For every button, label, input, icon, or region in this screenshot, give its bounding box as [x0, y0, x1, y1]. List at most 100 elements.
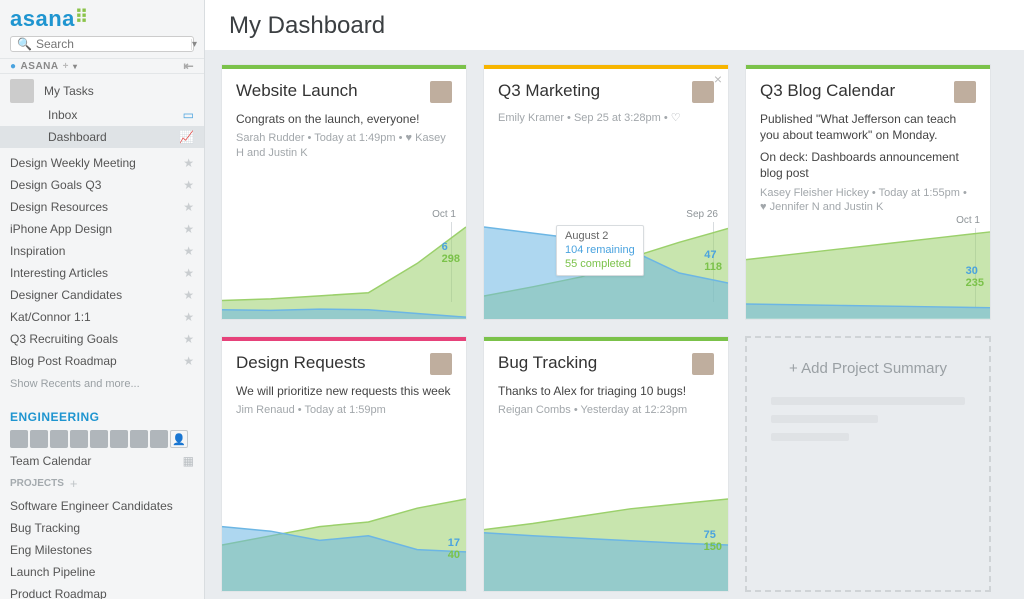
avatar[interactable] [110, 430, 128, 448]
add-project-summary[interactable]: + Add Project Summary [745, 336, 991, 592]
add-card-label: + Add Project Summary [789, 338, 947, 377]
project-label: Designer Candidates [10, 288, 122, 302]
page-title: My Dashboard [229, 12, 385, 40]
sidebar-project[interactable]: Design Goals Q3 ★ [0, 174, 204, 196]
project-label: Bug Tracking [10, 521, 80, 535]
card-chart: Sep 2647118August 2104 remaining55 compl… [484, 207, 728, 319]
sidebar-project[interactable]: Eng Milestones [0, 539, 204, 561]
avatar[interactable] [50, 430, 68, 448]
remaining-count: 30 [966, 265, 984, 277]
star-icon[interactable]: ★ [183, 222, 194, 236]
nav-dashboard[interactable]: Dashboard 📈 [0, 126, 204, 148]
card-owner-avatar[interactable] [692, 81, 714, 103]
card-body: Emily Kramer • Sep 25 at 3:28pm • ♡ [484, 111, 728, 130]
avatar[interactable] [30, 430, 48, 448]
card-owner-avatar[interactable] [692, 353, 714, 375]
completed-count: 118 [704, 261, 722, 273]
tooltip-completed: 55 completed [565, 258, 635, 272]
avatar[interactable] [90, 430, 108, 448]
star-icon[interactable]: ★ [183, 200, 194, 214]
card-owner-avatar[interactable] [430, 353, 452, 375]
collapse-sidebar-icon[interactable]: ⇤ [183, 59, 194, 73]
star-icon[interactable]: ★ [183, 354, 194, 368]
nav-inbox[interactable]: Inbox ▭ [0, 104, 204, 126]
sidebar-project[interactable]: Design Weekly Meeting ★ [0, 152, 204, 174]
search-dropdown[interactable]: ▾ [191, 39, 197, 50]
search-box[interactable]: 🔍 ▾ [10, 36, 194, 52]
star-icon[interactable]: ★ [183, 244, 194, 258]
avatar[interactable] [150, 430, 168, 448]
card-body: Congrats on the launch, everyone!Sarah R… [222, 111, 466, 165]
project-label: Design Goals Q3 [10, 178, 101, 192]
remaining-count: 75 [704, 529, 722, 541]
star-icon[interactable]: ★ [183, 178, 194, 192]
remaining-count: 47 [704, 249, 722, 261]
add-member-button[interactable]: 👤 [170, 430, 188, 448]
star-icon[interactable]: ★ [183, 288, 194, 302]
card-text: We will prioritize new requests this wee… [236, 383, 452, 399]
workspace-switcher[interactable]: ● ASANA + ▾ ⇤ [0, 58, 204, 74]
star-icon[interactable]: ★ [183, 310, 194, 324]
nav-label: Inbox [48, 108, 77, 122]
project-summary-card[interactable]: Website LaunchCongrats on the launch, ev… [221, 64, 467, 320]
sidebar-project[interactable]: iPhone App Design★ [0, 218, 204, 240]
project-label: Interesting Articles [10, 266, 108, 280]
star-icon[interactable]: ★ [183, 156, 194, 170]
project-summary-card[interactable]: Q3 Blog CalendarPublished "What Jefferso… [745, 64, 991, 320]
project-label: Inspiration [10, 244, 65, 258]
eng-project-list: Software Engineer Candidates Bug Tracking… [0, 495, 204, 599]
star-icon[interactable]: ★ [183, 266, 194, 280]
sidebar-project[interactable]: Product Roadmap [0, 583, 204, 599]
user-nav: My Tasks Inbox ▭ Dashboard 📈 [0, 74, 204, 152]
add-project-icon[interactable]: + [70, 476, 78, 491]
sidebar-project[interactable]: Blog Post Roadmap ★ [0, 350, 204, 372]
card-body: Thanks to Alex for triaging 10 bugs!Reig… [484, 383, 728, 422]
chart-values: 75150 [704, 529, 722, 553]
avatar [10, 79, 34, 103]
team-avatars: 👤 [0, 428, 204, 454]
avatar[interactable] [10, 430, 28, 448]
card-body: We will prioritize new requests this wee… [222, 383, 466, 422]
card-owner-avatar[interactable] [430, 81, 452, 103]
show-recents-link[interactable]: Show Recents and more... [0, 372, 204, 400]
sidebar-project[interactable]: Bug Tracking [0, 517, 204, 539]
sidebar-project[interactable]: Software Engineer Candidates [0, 495, 204, 517]
project-label: Design Weekly Meeting [10, 156, 136, 170]
brand-row: asana⠿ [0, 0, 204, 36]
avatar[interactable] [130, 430, 148, 448]
project-label: Eng Milestones [10, 543, 92, 557]
sidebar-project[interactable]: Designer Candidates ★ [0, 284, 204, 306]
card-header: Q3 Marketing [484, 69, 728, 111]
search-input[interactable] [36, 37, 191, 51]
project-label: Launch Pipeline [10, 565, 95, 579]
sidebar-project[interactable]: Design Resources★ [0, 196, 204, 218]
sidebar-project[interactable]: Q3 Recruiting Goals ★ [0, 328, 204, 350]
sidebar-project[interactable]: Interesting Articles ★ [0, 262, 204, 284]
star-icon[interactable]: ★ [183, 332, 194, 346]
main-pane: My Dashboard Website LaunchCongrats on t… [205, 0, 1024, 599]
sidebar: asana⠿ 🔍 ▾ ● ASANA + ▾ ⇤ My Tasks Inbox … [0, 0, 205, 599]
completed-count: 298 [442, 253, 460, 265]
nav-my-tasks[interactable]: My Tasks [0, 78, 204, 104]
sidebar-project[interactable]: Kat/Connor 1:1★ [0, 306, 204, 328]
project-summary-card[interactable]: Design RequestsWe will prioritize new re… [221, 336, 467, 592]
project-label: Blog Post Roadmap [10, 354, 117, 368]
card-owner-avatar[interactable] [954, 81, 976, 103]
team-calendar-link[interactable]: Team Calendar ▦ [0, 454, 204, 468]
close-icon[interactable]: × [714, 71, 722, 87]
team-header-engineering[interactable]: ENGINEERING [0, 400, 204, 428]
avatar[interactable] [70, 430, 88, 448]
sidebar-project[interactable]: Launch Pipeline [0, 561, 204, 583]
card-title: Bug Tracking [498, 353, 597, 373]
project-summary-card[interactable]: Bug Tracking Thanks to Alex for triaging … [483, 336, 729, 592]
completed-count: 40 [448, 549, 460, 561]
card-meta: Reigan Combs • Yesterday at 12:23pm [498, 403, 714, 418]
card-meta: Jim Renaud • Today at 1:59pm [236, 403, 452, 418]
project-label: Q3 Recruiting Goals [10, 332, 118, 346]
brand-logo: asana⠿ [10, 6, 86, 31]
card-text: Congrats on the launch, everyone! [236, 111, 452, 127]
sidebar-project[interactable]: Inspiration ★ [0, 240, 204, 262]
project-summary-card[interactable]: ×Q3 MarketingEmily Kramer • Sep 25 at 3:… [483, 64, 729, 320]
card-grid: Website LaunchCongrats on the launch, ev… [221, 64, 1008, 592]
card-text: Published "What Jefferson can teach you … [760, 111, 976, 143]
